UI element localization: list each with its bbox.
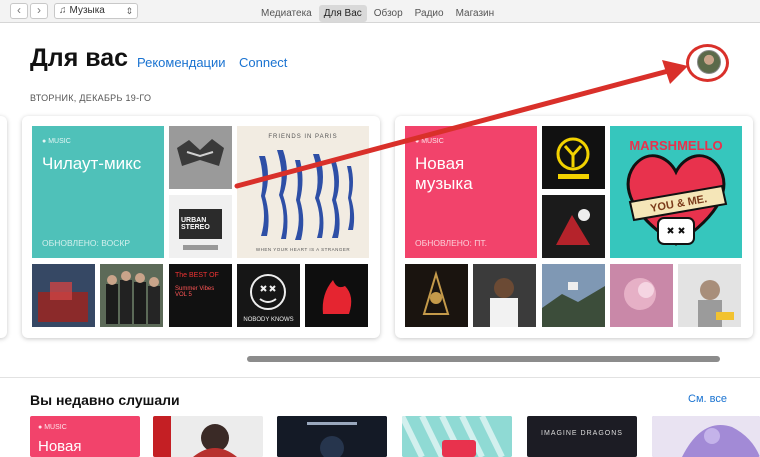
album-art[interactable]: NOBODY KNOWS xyxy=(237,264,300,327)
apple-logo-icon: ● xyxy=(38,424,43,431)
album-art-graphic xyxy=(305,264,368,327)
album-art-graphic xyxy=(473,264,536,327)
date-label: ВТОРНИК, ДЕКАБРЬ 19-ГО xyxy=(30,93,152,103)
album-art-graphic xyxy=(277,416,387,457)
mix-updated: ОБНОВЛЕНО: ВОСКР xyxy=(42,238,130,248)
mix-title-line: музыка xyxy=(415,174,473,193)
album-art-graphic xyxy=(542,126,605,189)
connect-link[interactable]: Connect xyxy=(239,55,287,70)
section-divider xyxy=(0,377,760,378)
user-avatar-icon[interactable] xyxy=(697,50,721,74)
album-art[interactable] xyxy=(405,264,468,327)
library-select-value: Музыка xyxy=(69,5,105,16)
mix-cover-new-music[interactable]: ● MUSIC Новая музыка ОБНОВЛЕНО: ПТ. xyxy=(405,126,537,258)
mix-title-line: Новая xyxy=(415,154,465,173)
album-art[interactable] xyxy=(305,264,368,327)
tab-library[interactable]: Медиатека xyxy=(256,5,317,22)
album-text: The BEST OF xyxy=(175,272,219,279)
album-art[interactable] xyxy=(678,264,741,327)
album-art[interactable] xyxy=(542,264,605,327)
album-art[interactable] xyxy=(542,126,605,189)
mix-card-chill[interactable]: ● MUSIC Чилаут-микс ОБНОВЛЕНО: ВОСКР URB… xyxy=(22,116,380,338)
album-text: URBAN STEREO xyxy=(181,217,210,231)
apple-music-brand: MUSIC xyxy=(421,138,444,145)
mix-updated: ОБНОВЛЕНО: ПТ. xyxy=(415,238,487,248)
album-art-graphic xyxy=(169,126,232,189)
main-tabs: Медиатека Для Вас Обзор Радио Магазин xyxy=(256,3,501,22)
recent-album-imagine-dragons[interactable]: IMAGINE DRAGONS xyxy=(527,416,637,457)
recent-album-title: Новая xyxy=(38,438,82,455)
updown-icon: ⇕ xyxy=(125,6,133,16)
album-art[interactable] xyxy=(100,264,163,327)
tab-radio[interactable]: Радио xyxy=(410,5,449,22)
album-text: WHEN YOUR HEART IS A STRANGER xyxy=(255,247,351,252)
album-art-graphic xyxy=(402,416,512,457)
album-art[interactable] xyxy=(610,264,673,327)
mix-card-new-music[interactable]: ● MUSIC Новая музыка ОБНОВЛЕНО: ПТ. MARSH… xyxy=(395,116,753,338)
apple-music-brand: MUSIC xyxy=(44,424,67,431)
section-title: Вы недавно слушали xyxy=(30,392,180,408)
album-art-graphic xyxy=(405,264,468,327)
back-button[interactable]: ‹ xyxy=(10,3,28,19)
apple-logo-icon: ● xyxy=(42,138,47,145)
see-all-link[interactable]: См. все xyxy=(688,393,727,405)
recommendations-link[interactable]: Рекомендации xyxy=(137,55,226,70)
library-select[interactable]: ♫ Музыка ⇕ xyxy=(54,3,138,19)
page-title: Для вас xyxy=(30,44,129,72)
album-text: MARSHMELLO xyxy=(629,138,723,153)
album-art[interactable] xyxy=(473,264,536,327)
forward-button[interactable]: › xyxy=(30,3,48,19)
music-note-icon: ♫ xyxy=(59,5,67,16)
album-text: IMAGINE DRAGONS xyxy=(541,430,623,437)
album-text: NOBODY KNOWS xyxy=(243,317,294,323)
recent-album[interactable] xyxy=(402,416,512,457)
album-art-graphic xyxy=(678,264,741,327)
mix-cover-chill[interactable]: ● MUSIC Чилаут-микс ОБНОВЛЕНО: ВОСКР xyxy=(32,126,164,258)
tab-browse[interactable]: Обзор xyxy=(369,5,408,22)
mix-title: Чилаут-микс xyxy=(42,154,142,173)
album-art[interactable] xyxy=(542,195,605,258)
album-art-friends-in-paris[interactable]: FRIENDS IN PARIS WHEN YOUR HEART IS A ST… xyxy=(237,126,369,258)
recent-album[interactable] xyxy=(153,416,263,457)
album-art-graphic xyxy=(32,264,95,327)
recent-album[interactable] xyxy=(652,416,760,457)
horizontal-scrollbar[interactable] xyxy=(247,356,720,362)
album-art-graphic xyxy=(542,264,605,327)
album-text: FRIENDS IN PARIS xyxy=(268,134,338,140)
album-art[interactable] xyxy=(169,126,232,189)
chevron-left-icon: ‹ xyxy=(17,3,21,17)
recent-album-new-music[interactable]: ● MUSIC Новая xyxy=(30,416,140,457)
album-art[interactable]: URBAN STEREO xyxy=(169,195,232,258)
album-art-graphic xyxy=(153,416,263,457)
album-art-graphic xyxy=(652,416,760,457)
album-art[interactable] xyxy=(32,264,95,327)
album-art-graphic xyxy=(100,264,163,327)
album-art-graphic xyxy=(237,126,369,258)
album-art-marshmello[interactable]: MARSHMELLO YOU & ME. xyxy=(610,126,742,258)
tab-store[interactable]: Магазин xyxy=(451,5,500,22)
album-art-graphic xyxy=(610,264,673,327)
album-art-graphic xyxy=(542,195,605,258)
top-toolbar: ‹ › ♫ Музыка ⇕ Медиатека Для Вас Обзор Радио… xyxy=(0,0,760,23)
apple-music-brand: MUSIC xyxy=(48,138,71,145)
mix-card-previous[interactable] xyxy=(0,116,7,338)
chevron-right-icon: › xyxy=(37,3,41,17)
recent-album[interactable] xyxy=(277,416,387,457)
tab-for-you[interactable]: Для Вас xyxy=(318,5,367,22)
apple-logo-icon: ● xyxy=(415,138,420,145)
album-text: Summer Vibes VOL 5 xyxy=(175,286,215,298)
album-art[interactable]: The BEST OF Summer Vibes VOL 5 xyxy=(169,264,232,327)
